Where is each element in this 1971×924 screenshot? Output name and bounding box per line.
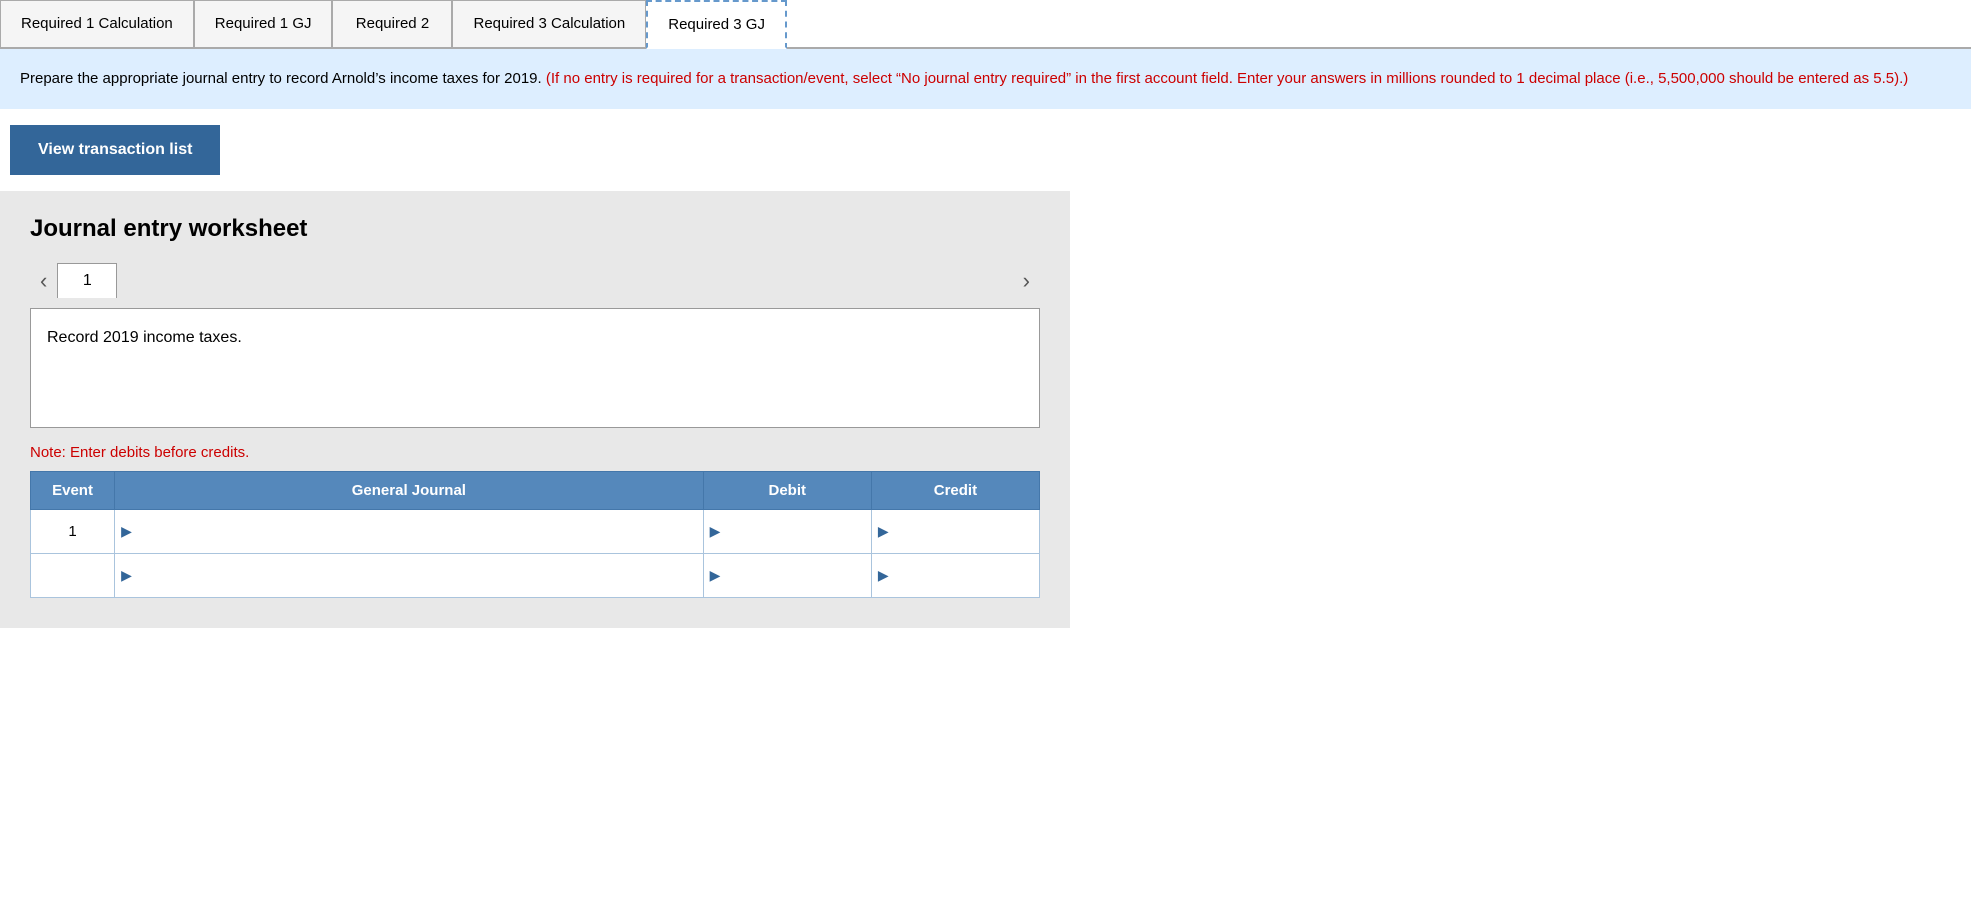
triangle-icon-debit2: ▶: [710, 567, 721, 584]
table-row: ▶ ▶ ▶: [31, 554, 1040, 598]
tab-req2[interactable]: Required 2: [332, 0, 452, 47]
tab-bar: Required 1 Calculation Required 1 GJ Req…: [0, 0, 1971, 49]
description-text: Record 2019 income taxes.: [47, 329, 242, 346]
instructions-main-text: Prepare the appropriate journal entry to…: [20, 70, 542, 87]
event-number-1: 1: [68, 523, 76, 540]
tab-req1calc[interactable]: Required 1 Calculation: [0, 0, 194, 47]
col-debit: Debit: [703, 472, 871, 510]
general-journal-input-1[interactable]: [136, 523, 697, 540]
description-box: Record 2019 income taxes.: [30, 308, 1040, 428]
debit-input-1[interactable]: [724, 523, 864, 540]
col-credit: Credit: [871, 472, 1039, 510]
debit-input-2[interactable]: [724, 567, 864, 584]
journal-table: Event General Journal Debit Credit 1 ▶: [30, 471, 1040, 598]
triangle-icon-debit1: ▶: [710, 523, 721, 540]
credit-cell-2[interactable]: ▶: [871, 554, 1039, 598]
triangle-icon-gj1: ▶: [121, 523, 132, 540]
event-cell-1: 1: [31, 510, 115, 554]
triangle-icon-gj2: ▶: [121, 567, 132, 584]
tab-req1gj[interactable]: Required 1 GJ: [194, 0, 333, 47]
journal-entry-worksheet: Journal entry worksheet ‹ 1 › Record 201…: [0, 191, 1070, 628]
debit-cell-2[interactable]: ▶: [703, 554, 871, 598]
general-journal-cell-1[interactable]: ▶: [115, 510, 704, 554]
pagination-row: ‹ 1 ›: [30, 263, 1040, 298]
tab-req3gj[interactable]: Required 3 GJ: [646, 0, 787, 49]
credit-cell-1[interactable]: ▶: [871, 510, 1039, 554]
note-text: Note: Enter debits before credits.: [30, 444, 1040, 461]
worksheet-title: Journal entry worksheet: [30, 215, 1040, 243]
credit-input-1[interactable]: [893, 523, 1033, 540]
table-header-row: Event General Journal Debit Credit: [31, 472, 1040, 510]
table-row: 1 ▶ ▶ ▶: [31, 510, 1040, 554]
col-event: Event: [31, 472, 115, 510]
current-page-tab[interactable]: 1: [57, 263, 117, 298]
view-transaction-button[interactable]: View transaction list: [10, 125, 220, 175]
debit-cell-1[interactable]: ▶: [703, 510, 871, 554]
general-journal-cell-2[interactable]: ▶: [115, 554, 704, 598]
credit-input-2[interactable]: [893, 567, 1033, 584]
general-journal-input-2[interactable]: [136, 567, 697, 584]
instructions-red-text: (If no entry is required for a transacti…: [546, 70, 1908, 87]
tab-req3calc[interactable]: Required 3 Calculation: [452, 0, 646, 47]
col-general-journal: General Journal: [115, 472, 704, 510]
next-page-button[interactable]: ›: [1013, 264, 1040, 298]
triangle-icon-credit2: ▶: [878, 567, 889, 584]
event-cell-2: [31, 554, 115, 598]
instructions-box: Prepare the appropriate journal entry to…: [0, 49, 1971, 109]
prev-page-button[interactable]: ‹: [30, 264, 57, 298]
triangle-icon-credit1: ▶: [878, 523, 889, 540]
